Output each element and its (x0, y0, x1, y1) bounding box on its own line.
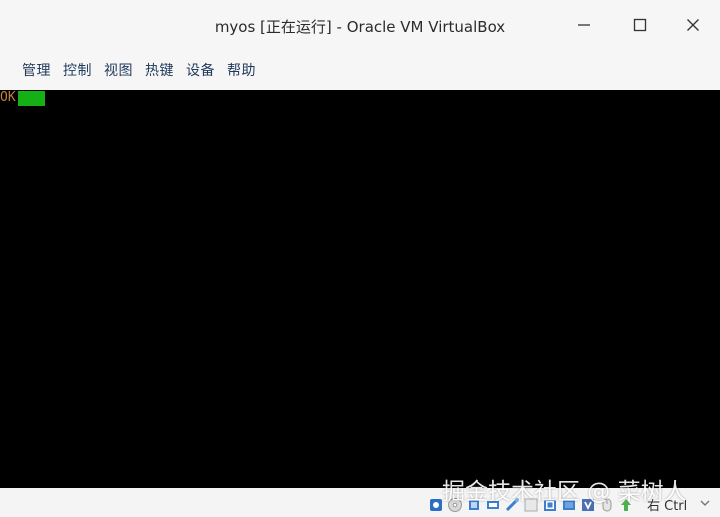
status-bar: 右 Ctrl 掘金技术社区 @ 菜树人 (0, 479, 720, 517)
window-title: myos [正在运行] - Oracle VM VirtualBox (214, 18, 506, 36)
mouse-integration-icon[interactable] (598, 496, 615, 513)
hard-disk-icon[interactable] (427, 496, 444, 513)
network-icon[interactable] (484, 496, 501, 513)
maximize-icon (633, 18, 647, 32)
shared-folders-icon[interactable] (522, 496, 539, 513)
menu-devices[interactable]: 设备 (180, 56, 221, 84)
menu-help[interactable]: 帮助 (221, 56, 262, 84)
host-key-label: 右 Ctrl (647, 499, 688, 514)
display-icon[interactable] (541, 496, 558, 513)
close-icon (687, 19, 699, 31)
virtualbox-window: myos [正在运行] - Oracle VM VirtualBox 管理 控制… (0, 0, 720, 517)
audio-icon[interactable] (465, 496, 482, 513)
minimize-icon (578, 24, 590, 26)
maximize-button[interactable] (624, 10, 656, 40)
optical-drive-icon[interactable] (446, 496, 463, 513)
vm-display[interactable]: OK (0, 90, 720, 488)
chevron-down-icon[interactable] (699, 497, 711, 509)
menu-control[interactable]: 控制 (57, 56, 98, 84)
console-output: OK (0, 90, 16, 105)
usb-icon[interactable] (503, 496, 520, 513)
menu-hotkeys[interactable]: 热键 (139, 56, 180, 84)
minimize-button[interactable] (568, 10, 600, 40)
title-bar[interactable]: myos [正在运行] - Oracle VM VirtualBox (0, 0, 720, 50)
menu-view[interactable]: 视图 (98, 56, 139, 84)
menu-manage[interactable]: 管理 (16, 56, 57, 84)
virtualization-icon[interactable] (579, 496, 596, 513)
status-icons (427, 496, 634, 513)
video-capture-icon[interactable] (560, 496, 577, 513)
host-key-icon[interactable] (617, 496, 634, 513)
close-button[interactable] (677, 10, 709, 40)
console-cursor (18, 91, 45, 106)
menu-bar: 管理 控制 视图 热键 设备 帮助 (0, 50, 720, 90)
